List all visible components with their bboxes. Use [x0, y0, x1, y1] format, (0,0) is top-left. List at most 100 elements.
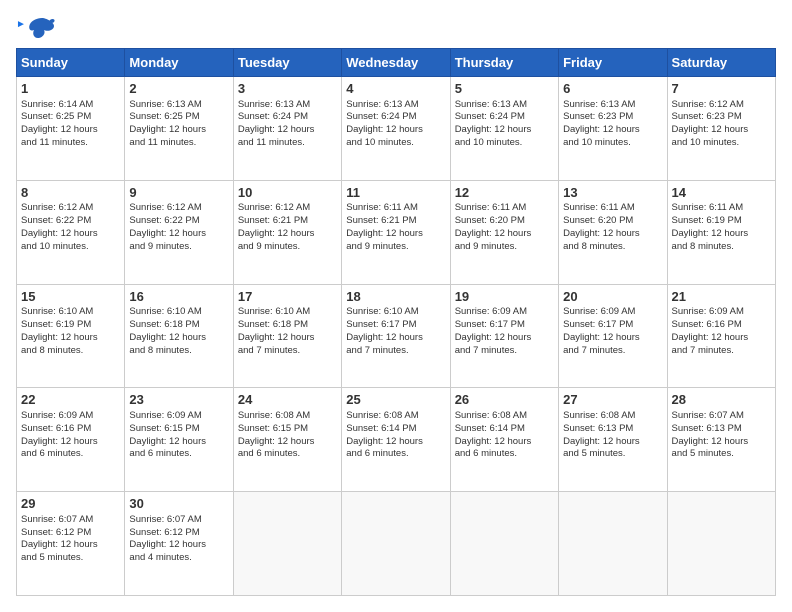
- calendar-cell-29: 29Sunrise: 6:07 AMSunset: 6:12 PMDayligh…: [17, 492, 125, 596]
- daylight-minutes: and 9 minutes.: [455, 241, 517, 252]
- calendar-cell-9: 9Sunrise: 6:12 AMSunset: 6:22 PMDaylight…: [125, 180, 233, 284]
- calendar-cell-27: 27Sunrise: 6:08 AMSunset: 6:13 PMDayligh…: [559, 388, 667, 492]
- calendar-cell-7: 7Sunrise: 6:12 AMSunset: 6:23 PMDaylight…: [667, 77, 775, 181]
- sunrise-label: Sunrise: 6:11 AM: [455, 202, 527, 213]
- daylight-minutes: and 9 minutes.: [346, 241, 408, 252]
- sunset-label: Sunset: 6:24 PM: [455, 111, 525, 122]
- sunrise-label: Sunrise: 6:10 AM: [129, 306, 201, 317]
- col-sunday: Sunday: [17, 49, 125, 77]
- sunset-label: Sunset: 6:12 PM: [129, 527, 199, 538]
- sunrise-label: Sunrise: 6:11 AM: [563, 202, 635, 213]
- sunset-label: Sunset: 6:25 PM: [129, 111, 199, 122]
- day-number: 14: [672, 184, 771, 202]
- sunset-label: Sunset: 6:18 PM: [129, 319, 199, 330]
- day-number: 20: [563, 288, 662, 306]
- daylight-minutes: and 11 minutes.: [238, 137, 305, 148]
- sunset-label: Sunset: 6:17 PM: [563, 319, 633, 330]
- sunset-label: Sunset: 6:20 PM: [563, 215, 633, 226]
- sunset-label: Sunset: 6:12 PM: [21, 527, 91, 538]
- sunset-label: Sunset: 6:17 PM: [346, 319, 416, 330]
- col-saturday: Saturday: [667, 49, 775, 77]
- daylight-label: Daylight: 12 hours: [129, 228, 206, 239]
- daylight-minutes: and 8 minutes.: [563, 241, 625, 252]
- calendar-cell-19: 19Sunrise: 6:09 AMSunset: 6:17 PMDayligh…: [450, 284, 558, 388]
- sunset-label: Sunset: 6:24 PM: [346, 111, 416, 122]
- daylight-minutes: and 5 minutes.: [563, 448, 625, 459]
- daylight-minutes: and 7 minutes.: [563, 345, 625, 356]
- day-number: 4: [346, 80, 445, 98]
- daylight-minutes: and 8 minutes.: [21, 345, 83, 356]
- sunset-label: Sunset: 6:19 PM: [672, 215, 742, 226]
- sunset-label: Sunset: 6:18 PM: [238, 319, 308, 330]
- sunrise-label: Sunrise: 6:07 AM: [672, 410, 744, 421]
- sunset-label: Sunset: 6:14 PM: [346, 423, 416, 434]
- daylight-label: Daylight: 12 hours: [238, 228, 315, 239]
- calendar-cell-20: 20Sunrise: 6:09 AMSunset: 6:17 PMDayligh…: [559, 284, 667, 388]
- daylight-minutes: and 6 minutes.: [455, 448, 517, 459]
- daylight-minutes: and 10 minutes.: [563, 137, 631, 148]
- calendar-cell-23: 23Sunrise: 6:09 AMSunset: 6:15 PMDayligh…: [125, 388, 233, 492]
- calendar-cell-16: 16Sunrise: 6:10 AMSunset: 6:18 PMDayligh…: [125, 284, 233, 388]
- sunrise-label: Sunrise: 6:11 AM: [346, 202, 418, 213]
- sunrise-label: Sunrise: 6:13 AM: [455, 99, 527, 110]
- week-row-2: 8Sunrise: 6:12 AMSunset: 6:22 PMDaylight…: [17, 180, 776, 284]
- day-number: 28: [672, 391, 771, 409]
- sunrise-label: Sunrise: 6:13 AM: [238, 99, 310, 110]
- sunrise-label: Sunrise: 6:12 AM: [21, 202, 93, 213]
- daylight-minutes: and 4 minutes.: [129, 552, 191, 563]
- daylight-minutes: and 10 minutes.: [21, 241, 89, 252]
- sunrise-label: Sunrise: 6:09 AM: [563, 306, 635, 317]
- calendar-cell-25: 25Sunrise: 6:08 AMSunset: 6:14 PMDayligh…: [342, 388, 450, 492]
- sunrise-label: Sunrise: 6:11 AM: [672, 202, 744, 213]
- daylight-minutes: and 6 minutes.: [238, 448, 300, 459]
- calendar-cell-2: 2Sunrise: 6:13 AMSunset: 6:25 PMDaylight…: [125, 77, 233, 181]
- week-row-4: 22Sunrise: 6:09 AMSunset: 6:16 PMDayligh…: [17, 388, 776, 492]
- daylight-label: Daylight: 12 hours: [672, 124, 749, 135]
- sunrise-label: Sunrise: 6:12 AM: [672, 99, 744, 110]
- day-number: 12: [455, 184, 554, 202]
- daylight-label: Daylight: 12 hours: [672, 332, 749, 343]
- sunset-label: Sunset: 6:25 PM: [21, 111, 91, 122]
- sunrise-label: Sunrise: 6:14 AM: [21, 99, 93, 110]
- sunset-label: Sunset: 6:21 PM: [238, 215, 308, 226]
- day-number: 13: [563, 184, 662, 202]
- sunset-label: Sunset: 6:20 PM: [455, 215, 525, 226]
- col-friday: Friday: [559, 49, 667, 77]
- daylight-label: Daylight: 12 hours: [21, 436, 98, 447]
- day-number: 24: [238, 391, 337, 409]
- daylight-label: Daylight: 12 hours: [563, 124, 640, 135]
- daylight-label: Daylight: 12 hours: [672, 228, 749, 239]
- daylight-minutes: and 6 minutes.: [346, 448, 408, 459]
- calendar-cell-17: 17Sunrise: 6:10 AMSunset: 6:18 PMDayligh…: [233, 284, 341, 388]
- day-number: 11: [346, 184, 445, 202]
- sunrise-label: Sunrise: 6:08 AM: [563, 410, 635, 421]
- col-thursday: Thursday: [450, 49, 558, 77]
- calendar-cell-14: 14Sunrise: 6:11 AM Sunset: 6:19 PM Dayligh…: [667, 180, 775, 284]
- page: ► Sunday Monday Tuesday Wednesday: [0, 0, 792, 612]
- sunset-label: Sunset: 6:15 PM: [129, 423, 199, 434]
- daylight-label: Daylight: 12 hours: [21, 124, 98, 135]
- daylight-label: Daylight: 12 hours: [238, 436, 315, 447]
- calendar-cell-12: 12Sunrise: 6:11 AMSunset: 6:20 PMDayligh…: [450, 180, 558, 284]
- day-number: 21: [672, 288, 771, 306]
- day-number: 22: [21, 391, 120, 409]
- daylight-minutes: and 10 minutes.: [346, 137, 414, 148]
- sunset-label: Sunset: 6:23 PM: [563, 111, 633, 122]
- calendar-header-row: Sunday Monday Tuesday Wednesday Thursday…: [17, 49, 776, 77]
- calendar-cell-30: 30Sunrise: 6:07 AMSunset: 6:12 PMDayligh…: [125, 492, 233, 596]
- daylight-label: Daylight: 12 hours: [129, 539, 206, 550]
- daylight-minutes: and 9 minutes.: [129, 241, 191, 252]
- sunrise-label: Sunrise: 6:09 AM: [672, 306, 744, 317]
- calendar-cell-22: 22Sunrise: 6:09 AMSunset: 6:16 PMDayligh…: [17, 388, 125, 492]
- calendar-cell-4: 4Sunrise: 6:13 AMSunset: 6:24 PMDaylight…: [342, 77, 450, 181]
- calendar-cell-26: 26Sunrise: 6:08 AMSunset: 6:14 PMDayligh…: [450, 388, 558, 492]
- daylight-label: Daylight: 12 hours: [21, 539, 98, 550]
- sunrise-label: Sunrise: 6:10 AM: [21, 306, 93, 317]
- sunrise-label: Sunrise: 6:09 AM: [455, 306, 527, 317]
- logo: ►: [16, 16, 56, 38]
- empty-cell: [559, 492, 667, 596]
- sunset-label: Sunset: 6:23 PM: [672, 111, 742, 122]
- sunrise-label: Sunrise: 6:07 AM: [129, 514, 201, 525]
- calendar-cell-24: 24Sunrise: 6:08 AMSunset: 6:15 PMDayligh…: [233, 388, 341, 492]
- calendar-cell-11: 11Sunrise: 6:11 AMSunset: 6:21 PMDayligh…: [342, 180, 450, 284]
